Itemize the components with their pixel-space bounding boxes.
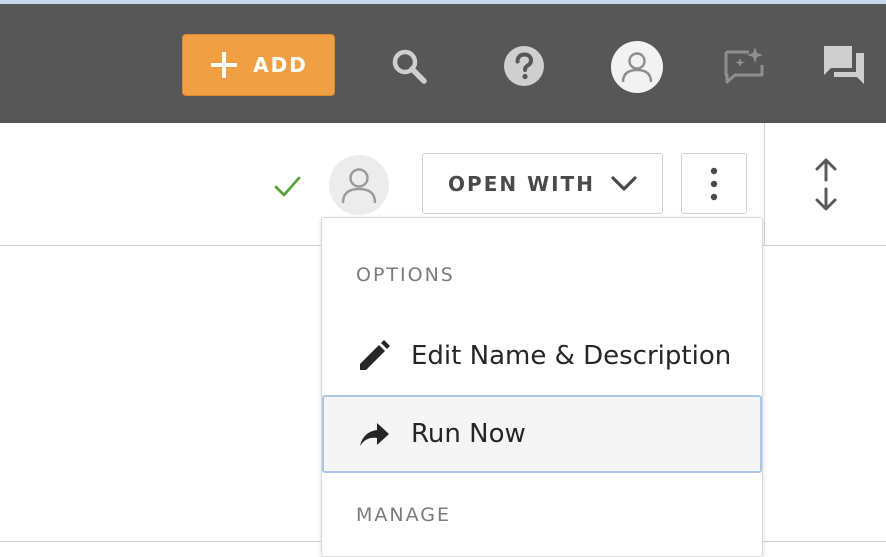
feedback-icon[interactable]: [722, 45, 768, 87]
toolbar-divider: [764, 123, 765, 245]
kebab-menu-icon: [710, 167, 718, 200]
chevron-down-icon: [611, 175, 637, 191]
menu-section-header: OPTIONS: [356, 264, 455, 286]
share-arrow-icon: [360, 423, 389, 446]
menu-item-label: Run Now: [411, 419, 526, 449]
add-button-label: ADD: [253, 53, 308, 77]
help-icon[interactable]: [503, 45, 545, 87]
sort-icon[interactable]: [810, 157, 842, 213]
owner-avatar-button[interactable]: [329, 155, 389, 215]
check-icon: [274, 176, 301, 197]
plus-icon: [211, 52, 238, 78]
menu-section-header: MANAGE: [356, 504, 451, 526]
open-with-label: OPEN WITH: [448, 171, 595, 196]
more-options-button[interactable]: [681, 153, 747, 214]
user-avatar-button[interactable]: [611, 41, 663, 93]
menu-item-edit-name-description[interactable]: Edit Name & Description: [323, 317, 761, 395]
chat-icon[interactable]: [822, 44, 866, 86]
search-icon[interactable]: [389, 46, 429, 86]
user-avatar-icon: [621, 52, 653, 83]
open-with-button[interactable]: OPEN WITH: [422, 153, 663, 214]
pencil-icon: [360, 340, 390, 370]
add-button[interactable]: ADD: [182, 34, 335, 96]
options-dropdown-menu: OPTIONS Edit Name & Description Run Now …: [321, 217, 763, 557]
owner-avatar-icon: [341, 168, 377, 204]
menu-item-label: Edit Name & Description: [411, 341, 732, 371]
menu-item-run-now[interactable]: Run Now: [322, 395, 762, 473]
